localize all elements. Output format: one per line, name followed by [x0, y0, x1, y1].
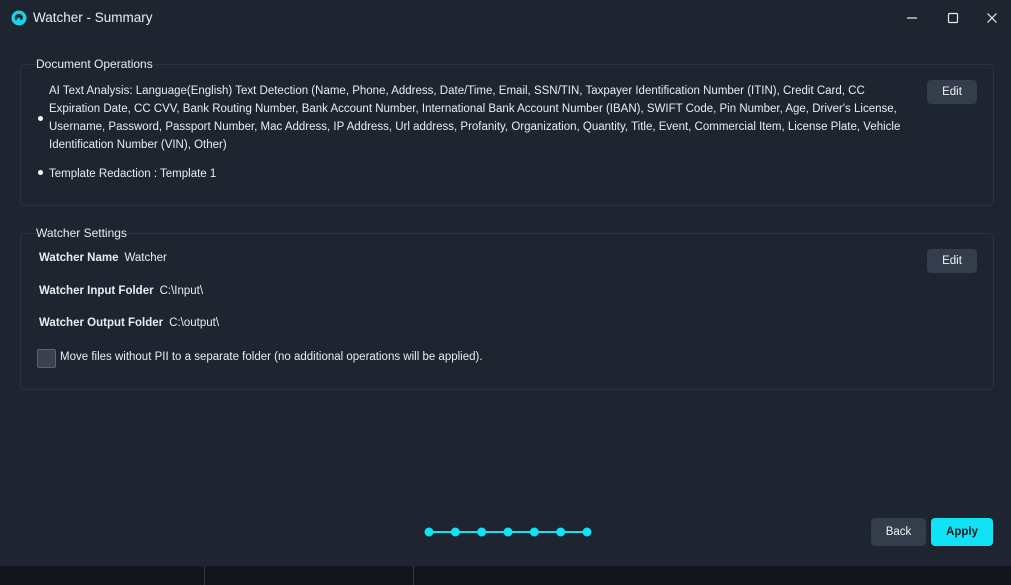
watcher-input-folder-label: Watcher Input Folder	[39, 285, 154, 297]
stepper-dot	[477, 527, 487, 537]
watcher-app-icon	[11, 10, 27, 26]
watcher-output-folder-row: Watcher Output Folder C:\output\	[39, 317, 219, 329]
title-bar: Watcher - Summary	[0, 0, 1011, 36]
operation-ai-text-analysis: AI Text Analysis: Language(English) Text…	[49, 85, 901, 151]
stepper-dot	[556, 527, 566, 537]
move-files-checkbox[interactable]	[37, 349, 56, 368]
taskbar-divider	[413, 566, 414, 585]
maximize-button[interactable]	[933, 6, 973, 30]
close-icon	[987, 13, 997, 23]
watcher-name-label: Watcher Name	[39, 252, 119, 264]
watcher-output-folder-value: C:\output\	[169, 317, 220, 329]
watcher-settings-title: Watcher Settings	[36, 226, 127, 240]
edit-document-operations-button[interactable]: Edit	[927, 80, 977, 104]
taskbar-divider	[204, 566, 205, 585]
watcher-summary-window: Watcher - Summary Document Operations AI…	[0, 0, 1011, 585]
document-operations-title: Document Operations	[36, 57, 153, 71]
window-title: Watcher - Summary	[33, 10, 153, 25]
watcher-name-row: Watcher Name Watcher	[39, 252, 167, 264]
apply-button[interactable]: Apply	[931, 518, 993, 546]
minimize-button[interactable]	[892, 6, 932, 30]
watcher-input-folder-value: C:\Input\	[159, 285, 204, 297]
taskbar-strip	[0, 566, 1011, 585]
stepper-dot	[450, 527, 460, 537]
stepper-dot	[424, 527, 434, 537]
wizard-progress-stepper	[424, 527, 592, 537]
close-button[interactable]	[972, 6, 1011, 30]
operation-template-redaction: Template Redaction : Template 1	[49, 168, 217, 180]
bullet-icon	[38, 170, 43, 175]
edit-watcher-settings-button[interactable]: Edit	[927, 249, 977, 273]
stepper-dot	[529, 527, 539, 537]
move-files-label[interactable]: Move files without PII to a separate fol…	[60, 351, 483, 363]
stepper-dot	[582, 527, 592, 537]
minimize-icon	[907, 17, 917, 19]
watcher-output-folder-label: Watcher Output Folder	[39, 317, 164, 329]
maximize-icon	[947, 12, 959, 24]
bullet-icon	[38, 116, 43, 121]
watcher-name-value: Watcher	[124, 252, 167, 264]
watcher-input-folder-row: Watcher Input Folder C:\Input\	[39, 285, 203, 297]
back-button[interactable]: Back	[871, 518, 926, 546]
stepper-dot	[503, 527, 513, 537]
